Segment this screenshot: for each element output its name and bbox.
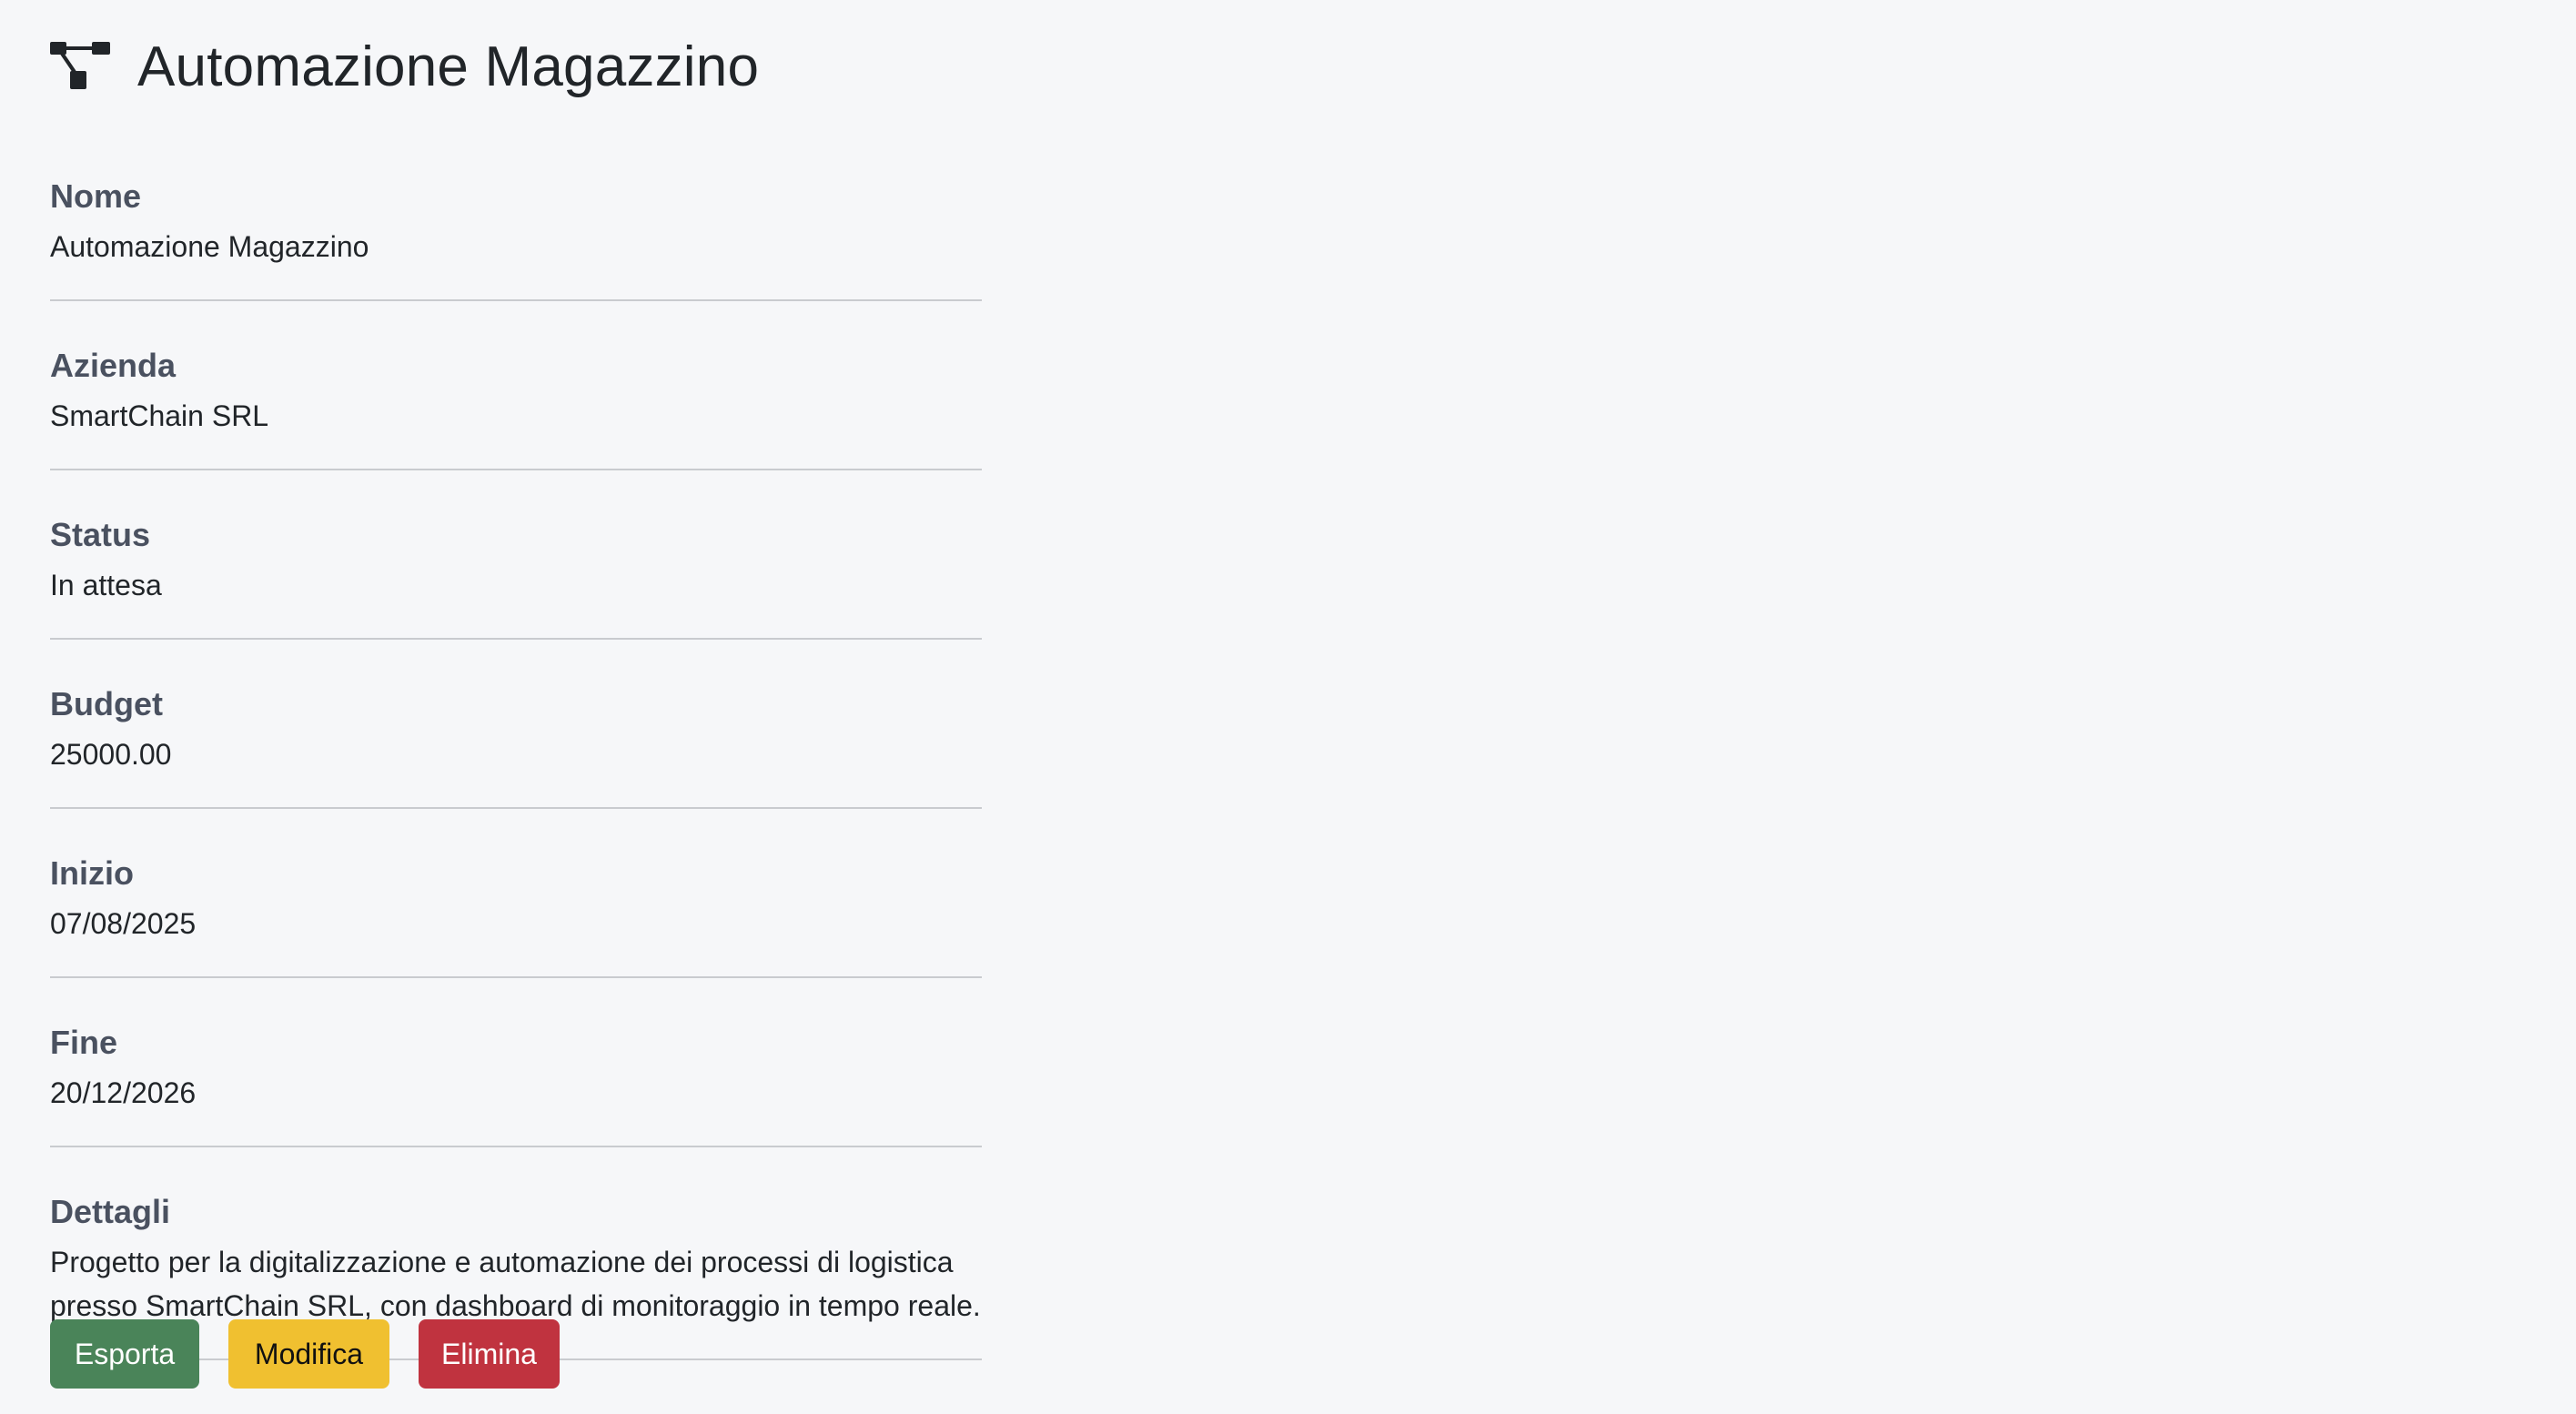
field-value: Progetto per la digitalizzazione e autom…: [50, 1246, 981, 1322]
delete-button[interactable]: Elimina: [419, 1319, 560, 1389]
field-value: 07/08/2025: [50, 907, 197, 940]
field-end-date: Fine 20/12/2026: [50, 1019, 982, 1147]
field-label: Budget: [50, 685, 163, 722]
field-company: Azienda SmartChain SRL: [50, 342, 982, 470]
field-label: Status: [50, 516, 151, 553]
field-label: Dettagli: [50, 1193, 171, 1230]
field-start-date: Inizio 07/08/2025: [50, 850, 982, 978]
field-label: Azienda: [50, 347, 177, 384]
page-header: Automazione Magazzino: [50, 25, 759, 107]
field-value: Automazione Magazzino: [50, 230, 369, 263]
field-value: SmartChain SRL: [50, 399, 269, 432]
field-budget: Budget 25000.00: [50, 681, 982, 809]
edit-button[interactable]: Modifica: [228, 1319, 389, 1389]
field-name: Nome Automazione Magazzino: [50, 173, 982, 301]
export-button[interactable]: Esporta: [50, 1319, 199, 1389]
field-value: 25000.00: [50, 738, 172, 771]
project-detail-page: Automazione Magazzino Nome Automazione M…: [0, 0, 2576, 1414]
field-value: In attesa: [50, 569, 162, 601]
field-label: Fine: [50, 1024, 118, 1061]
field-label: Nome: [50, 177, 142, 215]
field-status: Status In attesa: [50, 511, 982, 640]
action-buttons: Esporta Modifica Elimina: [50, 1319, 560, 1389]
page-title: Automazione Magazzino: [137, 35, 760, 98]
project-details: Nome Automazione Magazzino Azienda Smart…: [50, 173, 982, 1401]
project-diagram-icon: [50, 42, 110, 91]
field-value: 20/12/2026: [50, 1076, 197, 1109]
field-label: Inizio: [50, 854, 134, 892]
